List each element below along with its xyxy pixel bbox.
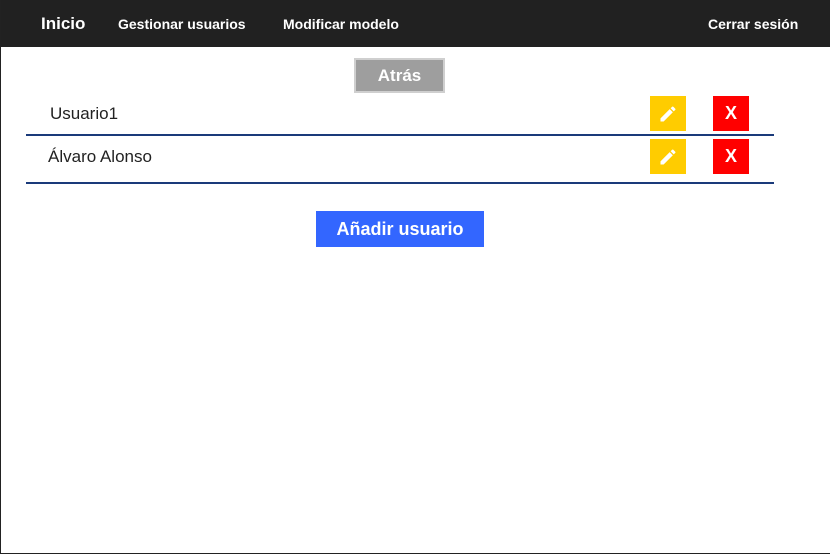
pencil-icon	[660, 105, 676, 121]
edit-user-button[interactable]	[650, 96, 686, 131]
pencil-icon	[660, 148, 676, 164]
nav-home-link[interactable]: Inicio	[41, 0, 85, 47]
add-user-button[interactable]: Añadir usuario	[316, 211, 484, 247]
edit-user-button[interactable]	[650, 139, 686, 174]
user-name: Álvaro Alonso	[48, 147, 152, 166]
delete-user-button[interactable]: X	[713, 139, 749, 174]
page: Inicio Gestionar usuarios Modificar mode…	[0, 0, 830, 554]
nav-manage-users-link[interactable]: Gestionar usuarios	[118, 0, 246, 47]
nav-modify-model-link[interactable]: Modificar modelo	[283, 0, 399, 47]
top-navbar: Inicio Gestionar usuarios Modificar mode…	[1, 0, 830, 47]
nav-logout-link[interactable]: Cerrar sesión	[708, 0, 798, 47]
user-row: Usuario1 X	[26, 94, 774, 136]
delete-user-button[interactable]: X	[713, 96, 749, 131]
user-row: Álvaro Alonso X	[26, 136, 774, 184]
user-name: Usuario1	[50, 104, 119, 123]
back-button[interactable]: Atrás	[354, 58, 445, 93]
